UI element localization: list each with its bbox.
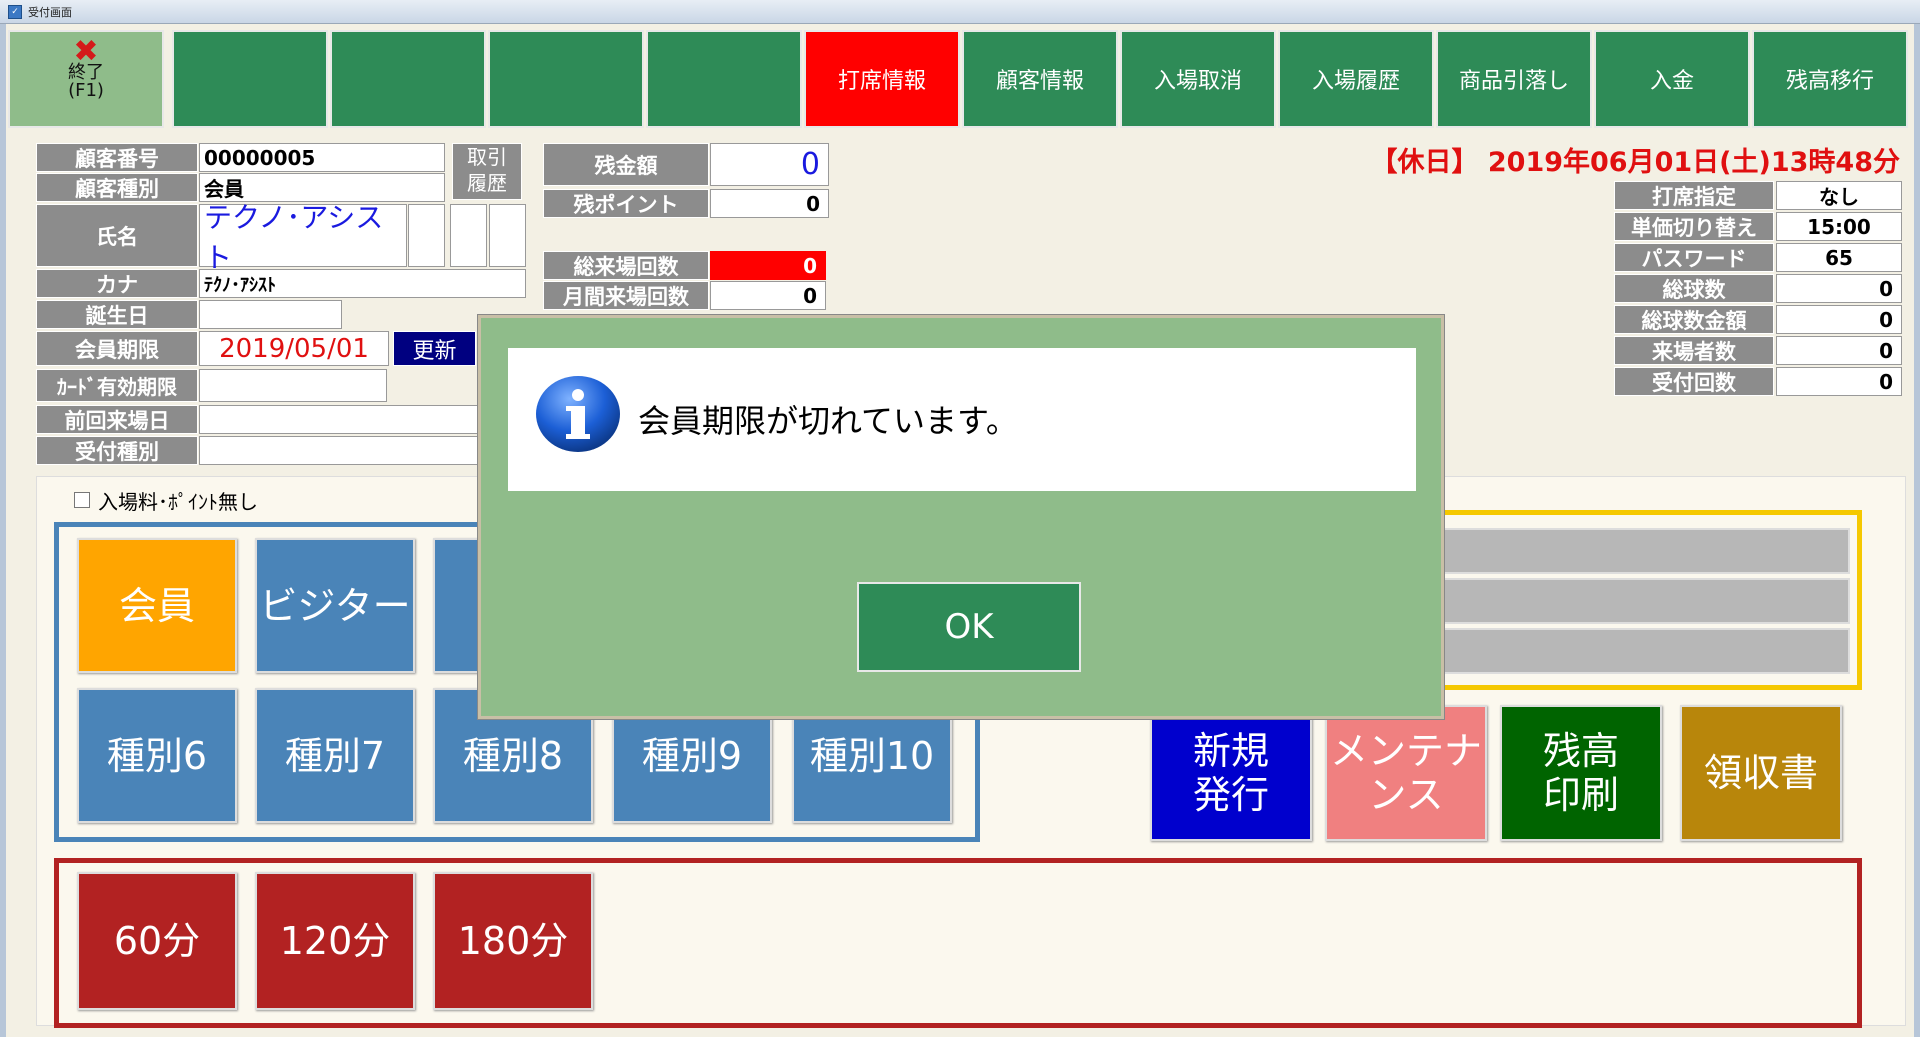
card-expiry-label: ｶｰﾄﾞ有効期限 — [36, 369, 198, 402]
member-type-7[interactable]: 種別7 — [255, 688, 415, 823]
toolbar-button-deposit[interactable]: 入金 — [1594, 30, 1750, 128]
message-dialog: 会員期限が切れています。 OK — [478, 315, 1444, 719]
toolbar-button-seat-info[interactable]: 打席情報 — [804, 30, 960, 128]
toolbar-button-cancel-entry[interactable]: 入場取消 — [1120, 30, 1276, 128]
member-type-6[interactable]: 種別6 — [77, 688, 237, 823]
stat-reception-count-value: 0 — [1776, 367, 1902, 396]
stat-total-balls-amount-label: 総球数金額 — [1614, 305, 1774, 334]
kana-label: カナ — [36, 269, 198, 298]
stat-password-label: パスワード — [1614, 243, 1774, 272]
stat-password-value: 65 — [1776, 243, 1902, 272]
remaining-points-label: 残ポイント — [543, 189, 709, 218]
last-visit-label: 前回来場日 — [36, 405, 198, 434]
name-extra-box-3 — [489, 204, 526, 267]
toolbar-button-blank-3[interactable] — [488, 30, 644, 128]
card-expiry-field — [199, 369, 387, 402]
reception-type-label: 受付種別 — [36, 436, 198, 465]
balance-print-line2: 印刷 — [1542, 773, 1619, 817]
toolbar-button-blank-4[interactable] — [646, 30, 802, 128]
birthday-label: 誕生日 — [36, 300, 198, 329]
window-frame-left — [0, 24, 6, 1037]
remaining-points-field: 0 — [710, 189, 829, 218]
reception-type-field — [199, 436, 479, 465]
stat-total-balls-value: 0 — [1776, 274, 1902, 303]
monthly-visits-field: 0 — [710, 281, 826, 310]
receipt-button[interactable]: 領収書 — [1680, 705, 1842, 841]
window-frame-right — [1914, 24, 1920, 1037]
dialog-ok-button[interactable]: OK — [857, 582, 1081, 672]
remaining-balance-field: 0 — [710, 143, 829, 186]
stat-reception-count-label: 受付回数 — [1614, 367, 1774, 396]
stat-seat-designation-value: なし — [1776, 181, 1902, 210]
maintenance-button[interactable]: メンテナ ンス — [1325, 705, 1487, 841]
duration-60-button[interactable]: 60分 — [77, 872, 237, 1010]
name-label: 氏名 — [36, 204, 198, 267]
customer-type-label: 顧客種別 — [36, 173, 198, 202]
toolbar-button-blank-2[interactable] — [330, 30, 486, 128]
toolbar-button-entry-history[interactable]: 入場履歴 — [1278, 30, 1434, 128]
toolbar-button-balance-transfer[interactable]: 残高移行 — [1752, 30, 1908, 128]
kana-field: ﾃｸﾉ･ｱｼｽﾄ — [199, 269, 526, 298]
stat-total-balls-label: 総球数 — [1614, 274, 1774, 303]
birthday-field — [199, 300, 342, 329]
new-issue-button[interactable]: 新規 発行 — [1150, 705, 1312, 841]
dialog-message: 会員期限が切れています。 — [638, 402, 1018, 440]
customer-number-field: 00000005 — [199, 143, 445, 172]
total-visits-field: 0 — [710, 251, 826, 280]
history-button-line1: 取引 — [467, 145, 507, 169]
total-visits-label: 総来場回数 — [543, 251, 709, 280]
customer-number-label: 顧客番号 — [36, 143, 198, 172]
last-visit-field — [199, 405, 479, 434]
name-extra-box-1 — [408, 204, 445, 267]
toolbar-button-product-debit[interactable]: 商品引落し — [1436, 30, 1592, 128]
balance-print-line1: 残高 — [1542, 729, 1619, 773]
member-type-visitor[interactable]: ビジター — [255, 538, 415, 673]
stat-total-balls-amount-value: 0 — [1776, 305, 1902, 334]
dialog-message-area: 会員期限が切れています。 — [508, 348, 1416, 491]
stat-seat-designation-label: 打席指定 — [1614, 181, 1774, 210]
info-icon — [536, 376, 620, 452]
stat-price-switch-label: 単価切り替え — [1614, 212, 1774, 241]
transaction-history-button[interactable]: 取引 履歴 — [452, 143, 522, 200]
option-button-3[interactable] — [1438, 628, 1850, 674]
duration-120-button[interactable]: 120分 — [255, 872, 415, 1010]
app-icon: ✓ — [8, 5, 22, 19]
new-issue-line1: 新規 — [1192, 729, 1269, 773]
member-type-member[interactable]: 会員 — [77, 538, 237, 673]
close-icon: ✖ — [73, 34, 99, 69]
name-extra-box-2 — [450, 204, 487, 267]
member-expiry-label: 会員期限 — [36, 331, 198, 366]
stat-visitors-label: 来場者数 — [1614, 336, 1774, 365]
monthly-visits-label: 月間来場回数 — [543, 281, 709, 310]
option-button-2[interactable] — [1438, 578, 1850, 624]
balance-print-button[interactable]: 残高 印刷 — [1500, 705, 1662, 841]
maintenance-line2: ンス — [1368, 773, 1444, 817]
duration-180-button[interactable]: 180分 — [433, 872, 593, 1010]
new-issue-line2: 発行 — [1192, 773, 1269, 817]
renew-button[interactable]: 更新 — [393, 331, 476, 366]
title-bar: ✓ 受付画面 — [0, 0, 1920, 24]
no-fee-checkbox[interactable] — [74, 492, 90, 508]
stat-price-switch-value: 15:00 — [1776, 212, 1902, 241]
toolbar-button-customer-info[interactable]: 顧客情報 — [962, 30, 1118, 128]
exit-button[interactable]: ✖ 終了 (F1) — [8, 30, 164, 128]
no-fee-checkbox-label: 入場料･ﾎﾟｲﾝﾄ無し — [98, 490, 258, 514]
remaining-balance-label: 残金額 — [543, 143, 709, 186]
toolbar-button-blank-1[interactable] — [172, 30, 328, 128]
history-button-line2: 履歴 — [467, 171, 507, 195]
stat-visitors-value: 0 — [1776, 336, 1902, 365]
member-expiry-field: 2019/05/01 — [199, 331, 389, 366]
maintenance-line1: メンテナ — [1329, 729, 1482, 773]
exit-shortcut: (F1) — [68, 80, 104, 101]
option-button-1[interactable] — [1438, 528, 1850, 574]
holiday-date-display: 【休日】 2019年06月01日(土)13時48分 — [1370, 147, 1900, 178]
name-field: テクノ･アシスト — [199, 201, 407, 274]
window-title: 受付画面 — [28, 6, 72, 19]
